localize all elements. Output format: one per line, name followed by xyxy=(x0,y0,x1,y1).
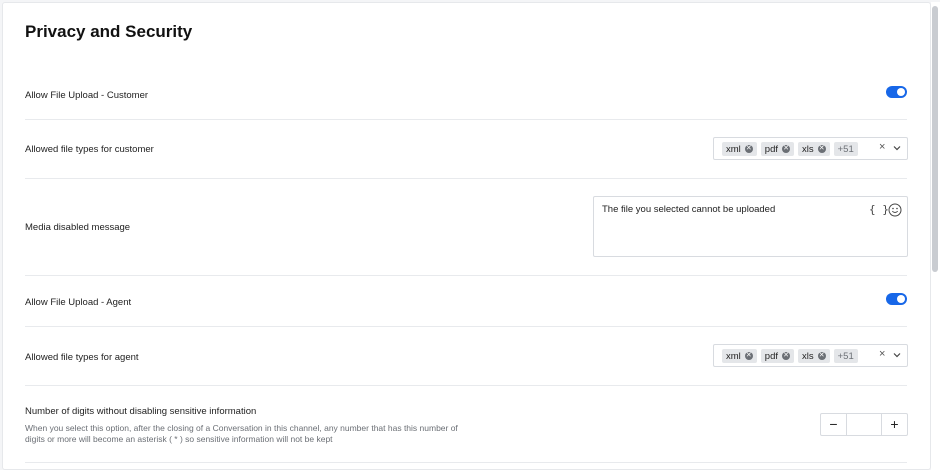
clear-icon[interactable]: × xyxy=(879,141,885,153)
media-disabled-label: Media disabled message xyxy=(25,222,131,233)
divider xyxy=(25,119,907,120)
chip-xls: xls ✕ xyxy=(798,142,830,156)
divider xyxy=(25,326,907,327)
chip-more-count[interactable]: +51 xyxy=(833,349,858,363)
divider xyxy=(25,462,907,463)
sensitive-digits-input[interactable] xyxy=(847,414,881,435)
divider xyxy=(25,178,907,179)
sensitive-digits-stepper: − + xyxy=(820,413,908,436)
sensitive-digits-help-text: When you select this option, after the c… xyxy=(25,423,458,444)
x-circle-icon[interactable]: ✕ xyxy=(782,145,790,153)
chip-more-count[interactable]: +51 xyxy=(833,142,858,156)
sensitive-digits-label: Number of digits without disabling sensi… xyxy=(25,406,257,417)
file-types-agent-label: Allowed file types for agent xyxy=(25,352,139,363)
allow-upload-agent-label: Allow File Upload - Agent xyxy=(25,297,132,308)
chip-pdf: pdf ✕ xyxy=(760,142,794,156)
file-types-customer-label: Allowed file types for customer xyxy=(25,144,154,155)
media-disabled-message-input[interactable]: The file you selected cannot be uploaded… xyxy=(593,196,908,257)
x-circle-icon[interactable]: ✕ xyxy=(817,145,826,153)
page-title: Privacy and Security xyxy=(25,22,193,41)
chevron-down-icon[interactable] xyxy=(892,143,902,153)
decrement-button[interactable]: − xyxy=(821,414,847,435)
toggle-knob xyxy=(897,295,905,303)
smiley-icon[interactable] xyxy=(888,203,902,217)
toggle-knob xyxy=(897,88,905,96)
variables-button[interactable]: { } xyxy=(869,203,889,216)
chip-list: xml ✕ pdf ✕ xls ✕ +51 xyxy=(722,142,858,156)
chevron-down-icon[interactable] xyxy=(892,350,902,360)
media-disabled-message-value[interactable]: The file you selected cannot be uploaded xyxy=(602,204,775,215)
chip-list: xml ✕ pdf ✕ xls ✕ +51 xyxy=(722,349,858,363)
x-circle-icon[interactable]: ✕ xyxy=(744,352,753,360)
chip-xls: xls ✕ xyxy=(798,349,830,363)
file-types-customer-select[interactable]: xml ✕ pdf ✕ xls ✕ +51 × xyxy=(713,137,908,160)
clear-icon[interactable]: × xyxy=(879,348,885,360)
allow-upload-customer-toggle[interactable] xyxy=(886,86,907,98)
allow-upload-customer-label: Allow File Upload - Customer xyxy=(25,90,149,101)
chip-xml: xml ✕ xyxy=(722,142,757,156)
increment-button[interactable]: + xyxy=(881,414,907,435)
file-types-agent-select[interactable]: xml ✕ pdf ✕ xls ✕ +51 × xyxy=(713,344,908,367)
x-circle-icon[interactable]: ✕ xyxy=(744,145,753,153)
chip-xml: xml ✕ xyxy=(722,349,757,363)
divider xyxy=(25,275,907,276)
chip-pdf: pdf ✕ xyxy=(760,349,794,363)
x-circle-icon[interactable]: ✕ xyxy=(782,352,790,360)
x-circle-icon[interactable]: ✕ xyxy=(817,352,826,360)
scrollbar-thumb[interactable] xyxy=(932,6,938,272)
allow-upload-agent-toggle[interactable] xyxy=(886,293,907,305)
divider xyxy=(25,385,907,386)
